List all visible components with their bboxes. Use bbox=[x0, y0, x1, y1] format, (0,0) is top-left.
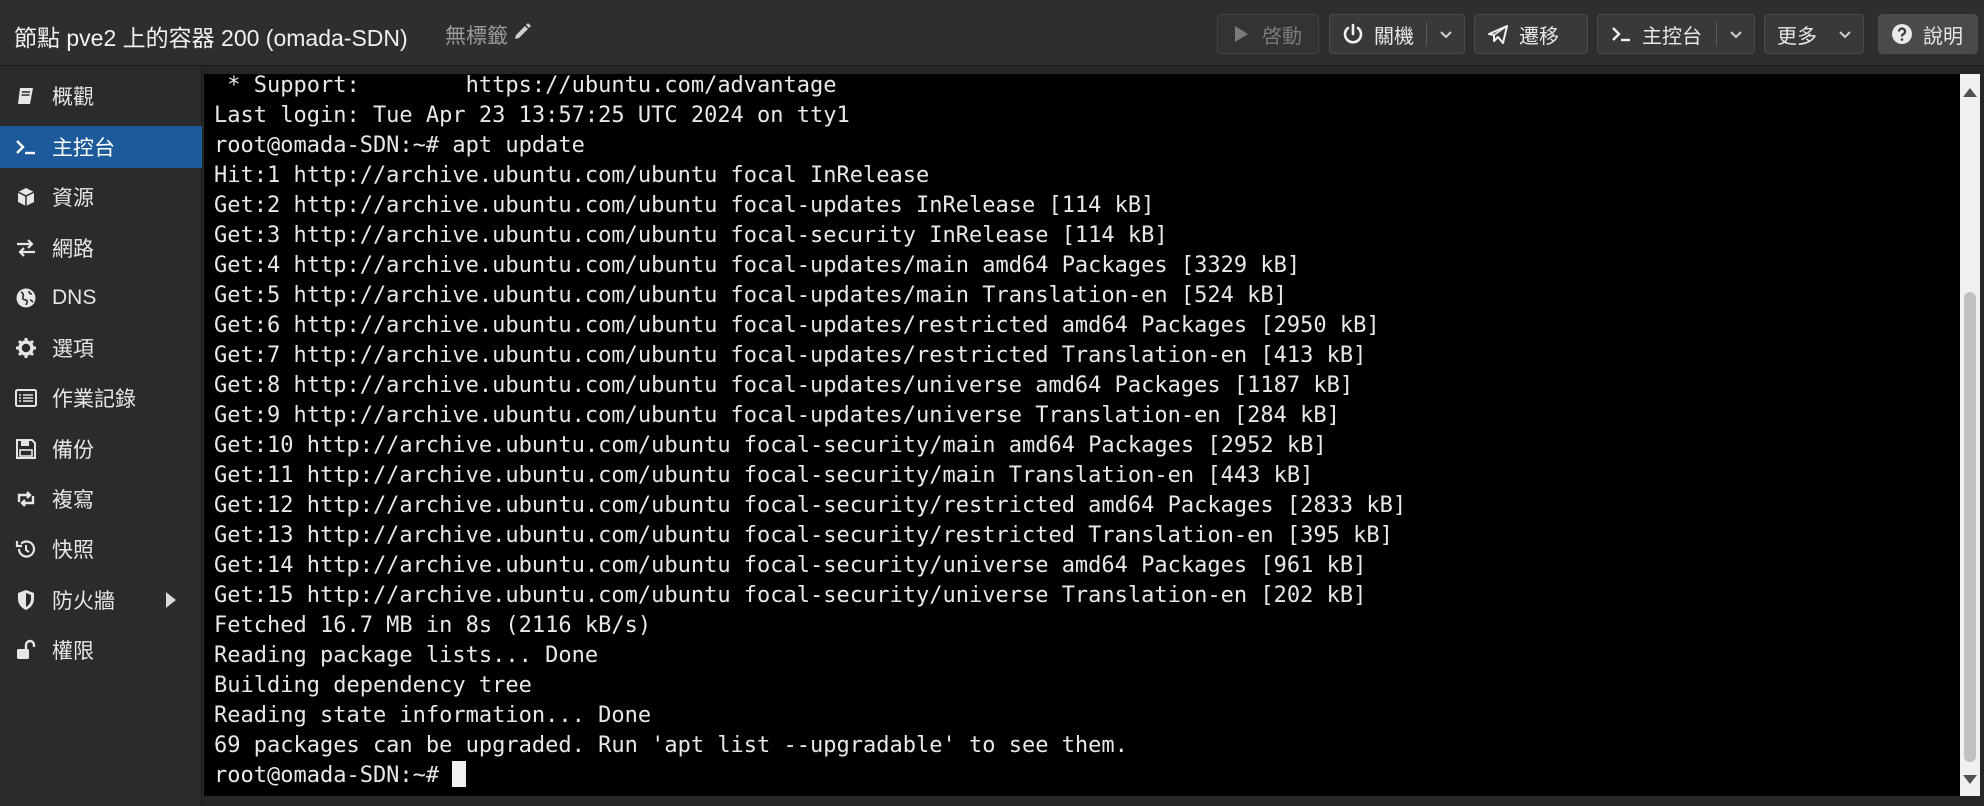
floppy-icon bbox=[14, 437, 38, 461]
terminal-line: Get:12 http://archive.ubuntu.com/ubuntu … bbox=[214, 493, 1407, 518]
help-label: 說明 bbox=[1923, 25, 1963, 48]
pencil-icon[interactable] bbox=[512, 22, 532, 48]
more-button[interactable]: 更多 bbox=[1764, 14, 1864, 54]
terminal-line: Get:13 http://archive.ubuntu.com/ubuntu … bbox=[214, 523, 1393, 548]
sidebar-item-task-history[interactable]: 作業記錄 bbox=[0, 377, 202, 419]
terminal-line: Get:11 http://archive.ubuntu.com/ubuntu … bbox=[214, 463, 1314, 488]
page-title: 節點 pve2 上的容器 200 (omada-SDN) bbox=[14, 25, 408, 51]
terminal-line: Get:9 http://archive.ubuntu.com/ubuntu f… bbox=[214, 403, 1340, 428]
terminal-line: Reading package lists... Done bbox=[214, 643, 599, 668]
sidebar-item-options[interactable]: 選項 bbox=[0, 327, 202, 369]
sidebar-item-label: 選項 bbox=[52, 338, 94, 361]
terminal-line: Get:8 http://archive.ubuntu.com/ubuntu f… bbox=[214, 373, 1354, 398]
scroll-down-arrow-icon[interactable] bbox=[1963, 775, 1977, 784]
sidebar-item-label: 主控台 bbox=[52, 137, 115, 160]
console-button[interactable]: 主控台 bbox=[1597, 14, 1755, 54]
cube-icon bbox=[14, 185, 38, 209]
shutdown-button[interactable]: 關機 bbox=[1329, 14, 1465, 54]
more-label: 更多 bbox=[1777, 25, 1817, 48]
header-bar: 節點 pve2 上的容器 200 (omada-SDN) 無標籤 啓動 關機 遷… bbox=[0, 0, 1984, 66]
terminal-line: Reading state information... Done bbox=[214, 703, 652, 728]
console-label: 主控台 bbox=[1642, 25, 1702, 48]
paper-plane-icon bbox=[1487, 23, 1509, 45]
sidebar-item-permissions[interactable]: 權限 bbox=[0, 629, 202, 671]
terminal-prompt-line[interactable]: root@omada-SDN:~# bbox=[214, 761, 1406, 791]
terminal-line: Get:6 http://archive.ubuntu.com/ubuntu f… bbox=[214, 313, 1380, 338]
sidebar-item-summary[interactable]: 概觀 bbox=[0, 75, 202, 117]
terminal-line: Hit:1 http://archive.ubuntu.com/ubuntu f… bbox=[214, 163, 930, 188]
tags-label: 無標籤 bbox=[445, 25, 508, 48]
start-button[interactable]: 啓動 bbox=[1217, 14, 1319, 54]
help-button[interactable]: 說明 bbox=[1878, 14, 1978, 54]
terminal-console[interactable]: * Support: https://ubuntu.com/advantage L… bbox=[204, 74, 1960, 796]
terminal-line: Building dependency tree bbox=[214, 673, 532, 698]
question-circle-icon bbox=[1891, 23, 1913, 45]
split-divider bbox=[1426, 22, 1427, 46]
terminal-scrollbar[interactable] bbox=[1960, 74, 1980, 796]
terminal-line: Get:2 http://archive.ubuntu.com/ubuntu f… bbox=[214, 193, 1155, 218]
terminal-icon bbox=[14, 135, 38, 159]
sidebar-item-console[interactable]: 主控台 bbox=[0, 126, 202, 168]
sidebar-item-dns[interactable]: DNS bbox=[0, 277, 202, 319]
tags-editor[interactable]: 無標籤 bbox=[445, 20, 532, 50]
sidebar-item-network[interactable]: 網路 bbox=[0, 227, 202, 269]
terminal-icon bbox=[1610, 23, 1632, 45]
scroll-thumb[interactable] bbox=[1964, 292, 1976, 762]
scroll-up-arrow-icon[interactable] bbox=[1963, 88, 1977, 97]
sidebar-item-label: 網路 bbox=[52, 238, 94, 261]
terminal-line: Get:14 http://archive.ubuntu.com/ubuntu … bbox=[214, 553, 1367, 578]
sidebar-item-label: 資源 bbox=[52, 187, 94, 210]
sidebar-item-label: DNS bbox=[52, 286, 97, 309]
chevron-down-icon[interactable] bbox=[1728, 27, 1744, 43]
sidebar-item-backup[interactable]: 備份 bbox=[0, 428, 202, 470]
sidebar-item-label: 防火牆 bbox=[52, 590, 115, 613]
sidebar-item-resources[interactable]: 資源 bbox=[0, 176, 202, 218]
sidebar-item-replication[interactable]: 複寫 bbox=[0, 478, 202, 520]
terminal-line: Get:5 http://archive.ubuntu.com/ubuntu f… bbox=[214, 283, 1287, 308]
terminal-cursor bbox=[452, 761, 467, 787]
migrate-button[interactable]: 遷移 bbox=[1474, 14, 1588, 54]
terminal-line: Get:15 http://archive.ubuntu.com/ubuntu … bbox=[214, 583, 1367, 608]
gear-icon bbox=[14, 336, 38, 360]
terminal-line: root@omada-SDN:~# apt update bbox=[214, 133, 585, 158]
terminal-line: Get:7 http://archive.ubuntu.com/ubuntu f… bbox=[214, 343, 1367, 368]
chevron-down-icon bbox=[1839, 31, 1851, 39]
chevron-down-icon[interactable] bbox=[1438, 27, 1454, 43]
play-icon bbox=[1230, 23, 1252, 45]
book-icon bbox=[14, 84, 38, 108]
terminal-line: Get:4 http://archive.ubuntu.com/ubuntu f… bbox=[214, 253, 1301, 278]
sidebar-item-label: 快照 bbox=[52, 539, 94, 562]
sidebar-item-snapshots[interactable]: 快照 bbox=[0, 528, 202, 570]
terminal-line: Fetched 16.7 MB in 8s (2116 kB/s) bbox=[214, 613, 652, 638]
shutdown-label: 關機 bbox=[1374, 25, 1414, 48]
exchange-icon bbox=[14, 236, 38, 260]
sidebar-item-label: 概觀 bbox=[52, 86, 94, 109]
list-icon bbox=[14, 386, 38, 410]
sidebar-nav: 概觀 主控台 資源 網路 DNS 選項 作業記錄 備份 複寫 快照 防火牆 權限 bbox=[0, 66, 202, 806]
start-label: 啓動 bbox=[1262, 25, 1302, 48]
history-icon bbox=[14, 537, 38, 561]
terminal-line: Get:10 http://archive.ubuntu.com/ubuntu … bbox=[214, 433, 1327, 458]
terminal-line: Get:3 http://archive.ubuntu.com/ubuntu f… bbox=[214, 223, 1168, 248]
app-window: 節點 pve2 上的容器 200 (omada-SDN) 無標籤 啓動 關機 遷… bbox=[0, 0, 1984, 806]
sidebar-item-label: 作業記錄 bbox=[52, 388, 136, 411]
expand-arrow-icon[interactable] bbox=[166, 592, 176, 608]
unlock-icon bbox=[14, 638, 38, 662]
globe-icon bbox=[14, 286, 38, 310]
sidebar-item-label: 備份 bbox=[52, 439, 94, 462]
terminal-prompt: root@omada-SDN:~# bbox=[214, 763, 453, 788]
split-divider bbox=[1716, 22, 1717, 46]
terminal-line: 69 packages can be upgraded. Run 'apt li… bbox=[214, 733, 1128, 758]
terminal-line: * Support: https://ubuntu.com/advantage bbox=[214, 74, 837, 98]
terminal-output: * Support: https://ubuntu.com/advantage L… bbox=[214, 74, 1406, 791]
shield-icon bbox=[14, 588, 38, 612]
sidebar-item-label: 複寫 bbox=[52, 489, 94, 512]
migrate-label: 遷移 bbox=[1519, 25, 1559, 48]
sidebar-item-label: 權限 bbox=[52, 640, 94, 663]
terminal-line: Last login: Tue Apr 23 13:57:25 UTC 2024… bbox=[214, 103, 850, 128]
retweet-icon bbox=[14, 487, 38, 511]
sidebar-item-firewall[interactable]: 防火牆 bbox=[0, 579, 202, 621]
power-icon bbox=[1342, 23, 1364, 45]
